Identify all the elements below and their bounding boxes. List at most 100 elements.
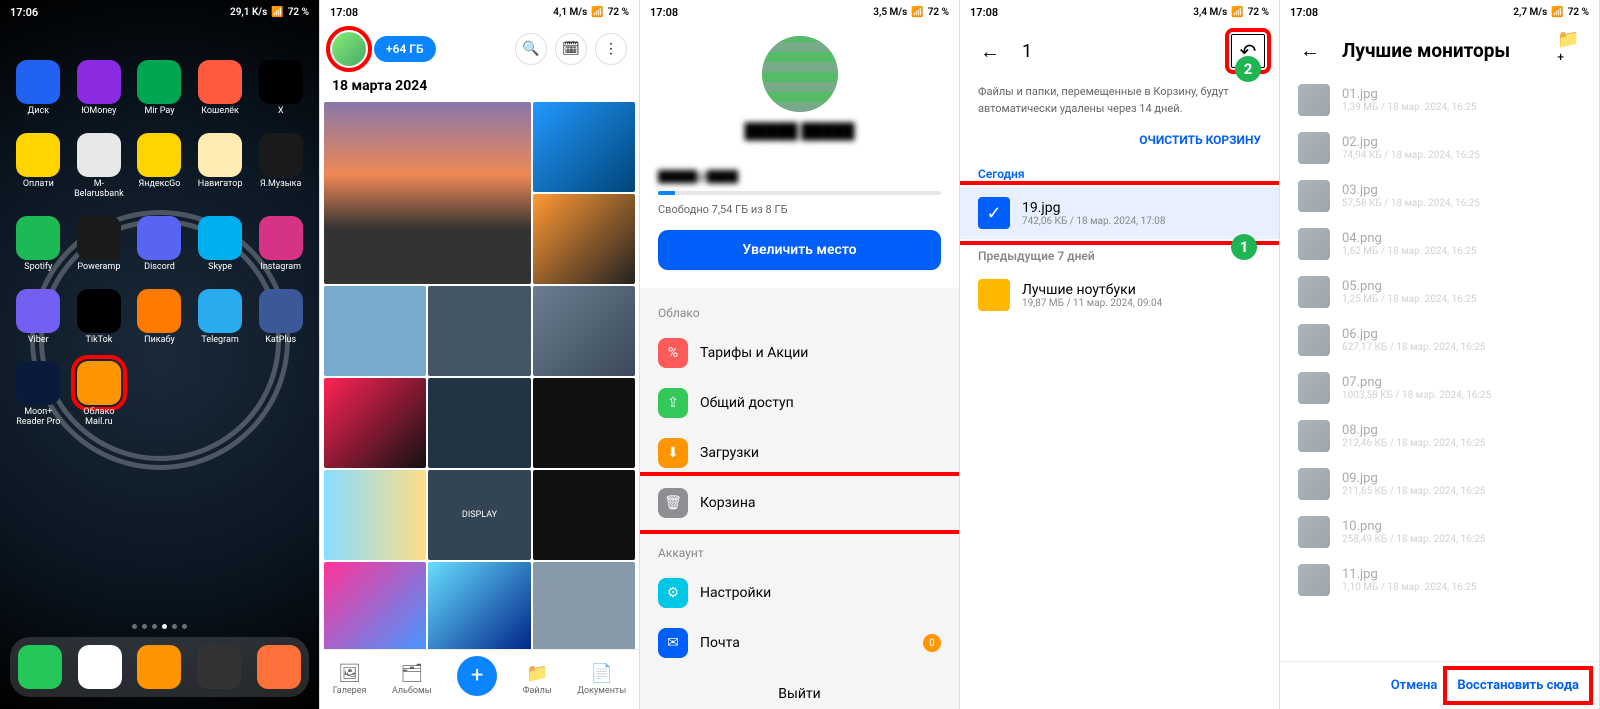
file-thumb xyxy=(1298,180,1330,212)
status-net: 29,1 K/s xyxy=(230,7,267,18)
file-row[interactable]: 06.jpg627,17 КБ / 18 мар. 2024, 16:25 xyxy=(1280,316,1599,364)
folder-meta: 19,87 МБ / 11 мар. 2024, 09:04 xyxy=(1022,298,1162,309)
tab-documents[interactable]: 📄Документы xyxy=(577,663,626,696)
app-яндексgo[interactable]: ЯндексGo xyxy=(129,133,190,200)
app-label: М-Belarusbank xyxy=(70,180,128,200)
file-row[interactable]: 01.jpg1,39 МБ / 18 мар. 2024, 16:25 xyxy=(1280,76,1599,124)
app-tiktok[interactable]: TikTok xyxy=(69,289,130,346)
photo-thumb[interactable] xyxy=(533,470,635,560)
checkbox-checked[interactable]: ✓ xyxy=(978,197,1010,229)
photo-thumb[interactable] xyxy=(428,286,530,376)
restore-here-button[interactable]: Восстановить сюда xyxy=(1449,672,1587,699)
app-юmoney[interactable]: ЮMoney xyxy=(69,60,130,117)
avatar-button[interactable] xyxy=(332,32,366,66)
app-spotify[interactable]: Spotify xyxy=(8,216,69,273)
dock-browser[interactable] xyxy=(257,645,301,689)
back-button[interactable]: ← xyxy=(974,35,1006,67)
pager-dots[interactable] xyxy=(0,624,319,629)
app-x[interactable]: X xyxy=(250,60,311,117)
more-button[interactable]: ⋮ xyxy=(595,33,627,65)
search-button[interactable]: 🔍 xyxy=(515,33,547,65)
tab-files[interactable]: 📁Файлы xyxy=(523,663,552,696)
folder-header: ← Лучшие мониторы 📁⁺ xyxy=(1280,24,1599,76)
file-row[interactable]: 11.jpg1,10 МБ / 18 мар. 2024, 16:25 xyxy=(1280,556,1599,604)
file-row[interactable]: 04.png1,62 МБ / 18 мар. 2024, 16:25 xyxy=(1280,220,1599,268)
app-м-belarusbank[interactable]: М-Belarusbank xyxy=(69,133,130,200)
dock-contacts[interactable] xyxy=(137,645,181,689)
photo-thumb[interactable] xyxy=(324,102,531,284)
app-discord[interactable]: Discord xyxy=(129,216,190,273)
app-диск[interactable]: Диск xyxy=(8,60,69,117)
photo-thumb[interactable] xyxy=(533,378,635,468)
file-row[interactable]: 03.jpg57,58 КБ / 18 мар. 2024, 16:25 xyxy=(1280,172,1599,220)
app-icon xyxy=(198,289,242,333)
photo-thumb[interactable]: DISPLAY xyxy=(428,470,530,560)
app-навигатор[interactable]: Навигатор xyxy=(190,133,251,200)
menu-item-Почта[interactable]: ✉Почта0 xyxy=(640,618,959,668)
photo-thumb[interactable] xyxy=(533,286,635,376)
photo-thumb[interactable] xyxy=(533,194,635,284)
menu-item-Корзина[interactable]: 🗑Корзина xyxy=(640,478,959,528)
menu-item-Настройки[interactable]: ⚙Настройки xyxy=(640,568,959,618)
menu-item-Загрузки[interactable]: ⬇Загрузки xyxy=(640,428,959,478)
storage-upgrade-pill[interactable]: +64 ГБ xyxy=(374,36,436,62)
photo-thumb[interactable] xyxy=(324,470,426,560)
add-fab[interactable]: + xyxy=(457,656,497,696)
app-icon xyxy=(77,216,121,260)
photo-thumb[interactable] xyxy=(324,286,426,376)
app-instagram[interactable]: Instagram xyxy=(250,216,311,273)
app-poweramp[interactable]: Poweramp xyxy=(69,216,130,273)
dock-phone[interactable] xyxy=(18,645,62,689)
user-avatar[interactable] xyxy=(762,36,838,112)
тарифы и акции-icon: % xyxy=(658,338,688,368)
calendar-button[interactable]: 🗓 xyxy=(555,33,587,65)
file-row[interactable]: 07.png1003,58 КБ / 18 мар. 2024, 16:25 xyxy=(1280,364,1599,412)
photo-thumb[interactable] xyxy=(324,378,426,468)
app-кошел-к[interactable]: Кошелёк xyxy=(190,60,251,117)
trash-folder-item[interactable]: Лучшие ноутбуки 19,87 МБ / 11 мар. 2024,… xyxy=(960,269,1279,321)
upgrade-button[interactable]: Увеличить место xyxy=(658,230,941,270)
dock-camera[interactable] xyxy=(197,645,241,689)
app-mir-pay[interactable]: Mir Pay xyxy=(129,60,190,117)
battery-text: 72 % xyxy=(1248,7,1269,18)
cancel-button[interactable]: Отмена xyxy=(1391,678,1438,693)
menu-item-Тарифы и Акции[interactable]: %Тарифы и Акции xyxy=(640,328,959,378)
photo-thumb[interactable] xyxy=(428,562,530,652)
file-meta: 258,49 КБ / 18 мар. 2024, 16:25 xyxy=(1342,534,1486,545)
logout-button[interactable]: Выйти xyxy=(640,668,959,709)
new-folder-button[interactable]: 📁⁺ xyxy=(1557,36,1585,64)
app-katplus[interactable]: KatPlus xyxy=(250,289,311,346)
file-row[interactable]: 09.jpg211,65 КБ / 18 мар. 2024, 16:25 xyxy=(1280,460,1599,508)
menu-item-Общий доступ[interactable]: ⇪Общий доступ xyxy=(640,378,959,428)
app-label: Viber xyxy=(28,336,49,346)
tab-albums[interactable]: 🗂Альбомы xyxy=(392,663,432,696)
photo-thumb[interactable] xyxy=(428,378,530,468)
app-я-музыка[interactable]: Я.Музыка xyxy=(250,133,311,200)
photo-thumb[interactable] xyxy=(324,562,426,652)
app-облако-mail-ru[interactable]: Облако Mail.ru xyxy=(69,361,130,428)
app-skype[interactable]: Skype xyxy=(190,216,251,273)
app-label: Диск xyxy=(28,107,50,117)
file-row[interactable]: 05.png1,25 МБ / 18 мар. 2024, 16:25 xyxy=(1280,268,1599,316)
file-thumb xyxy=(1298,132,1330,164)
tab-gallery[interactable]: 🖼Галерея xyxy=(333,663,367,696)
tab-add[interactable]: + xyxy=(457,656,497,704)
file-row[interactable]: 08.jpg212,46 КБ / 18 мар. 2024, 16:25 xyxy=(1280,412,1599,460)
app-оплати[interactable]: Оплати xyxy=(8,133,69,200)
dock-messages[interactable] xyxy=(78,645,122,689)
app-пикабу[interactable]: Пикабу xyxy=(129,289,190,346)
file-row[interactable]: 02.jpg74,94 КБ / 18 мар. 2024, 16:25 xyxy=(1280,124,1599,172)
photo-thumb[interactable] xyxy=(533,562,635,652)
photo-thumb[interactable] xyxy=(533,102,635,192)
app-telegram[interactable]: Telegram xyxy=(190,289,251,346)
file-meta: 1,62 МБ / 18 мар. 2024, 16:25 xyxy=(1342,246,1477,257)
back-button[interactable]: ← xyxy=(1294,34,1326,66)
status-bar: 17:08 3,4 M/s 📶 72 % xyxy=(960,0,1279,24)
trash-item-selected[interactable]: ✓ 19.jpg 742,06 КБ / 18 мар. 2024, 17:08 xyxy=(960,187,1279,239)
app-moon--reader-pro[interactable]: Moon+ Reader Pro xyxy=(8,361,69,428)
app-viber[interactable]: Viber xyxy=(8,289,69,346)
file-row[interactable]: 10.png258,49 КБ / 18 мар. 2024, 16:25 xyxy=(1280,508,1599,556)
more-icon: ⋮ xyxy=(604,41,618,57)
search-icon: 🔍 xyxy=(522,41,539,57)
clear-trash-button[interactable]: ОЧИСТИТЬ КОРЗИНУ xyxy=(960,123,1279,157)
